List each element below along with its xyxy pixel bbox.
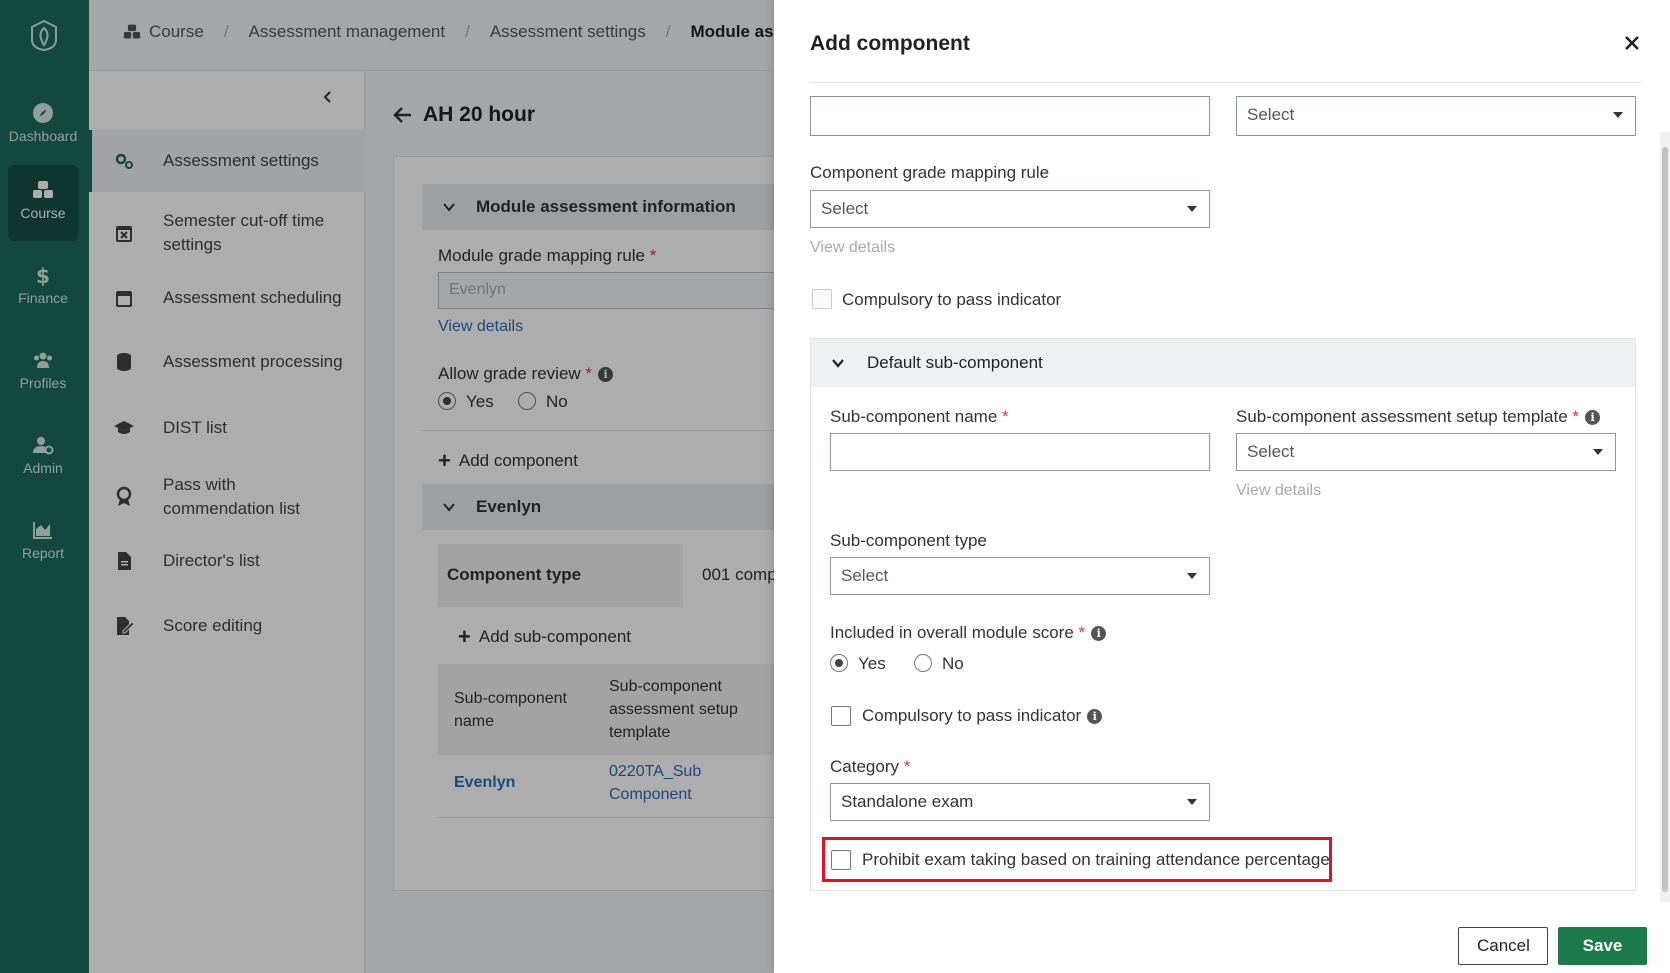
- radio-yes: [830, 654, 848, 672]
- drawer-title: Add component: [810, 32, 970, 55]
- sub-template-select[interactable]: Select: [1236, 433, 1616, 471]
- scrollbar-thumb[interactable]: [1662, 147, 1668, 892]
- caret-down-icon: [1187, 799, 1197, 805]
- divider: [810, 82, 1642, 83]
- category-label: Category *: [830, 757, 911, 776]
- sub-type-select[interactable]: Select: [830, 557, 1210, 595]
- default-sub-component-header[interactable]: Default sub-component: [811, 339, 1635, 387]
- sub-compulsory-checkbox[interactable]: [831, 706, 851, 726]
- grade-mapping-label: Component grade mapping rule: [810, 163, 1050, 182]
- sub-view-details-link[interactable]: View details: [1236, 482, 1321, 500]
- save-button[interactable]: Save: [1558, 927, 1647, 965]
- highlight-annotation: [822, 837, 1332, 882]
- chevron-down-icon: [832, 359, 844, 368]
- sub-compulsory-label: Compulsory to pass indicator i: [862, 706, 1103, 726]
- info-icon: i: [1091, 626, 1107, 641]
- info-icon: i: [1087, 709, 1103, 724]
- caret-down-icon: [1593, 449, 1603, 455]
- included-no-radio[interactable]: No: [914, 654, 964, 674]
- compulsory-checkbox[interactable]: [812, 289, 832, 309]
- view-details-link[interactable]: View details: [810, 239, 895, 257]
- caret-down-icon: [1187, 206, 1197, 212]
- info-icon: i: [1585, 410, 1601, 425]
- compulsory-label: Compulsory to pass indicator: [842, 290, 1062, 309]
- component-template-select[interactable]: Select: [1236, 96, 1636, 136]
- sub-name-input[interactable]: [830, 433, 1210, 471]
- cancel-button[interactable]: Cancel: [1458, 927, 1548, 965]
- included-yes-radio[interactable]: Yes: [830, 654, 886, 674]
- caret-down-icon: [1613, 112, 1623, 118]
- radio-no: [914, 654, 932, 672]
- sub-type-label: Sub-component type: [830, 531, 987, 550]
- category-select[interactable]: Standalone exam: [830, 783, 1210, 821]
- included-label: Included in overall module score * i: [830, 623, 1107, 643]
- sub-template-label: Sub-component assessment setup template …: [1236, 407, 1601, 427]
- caret-down-icon: [1187, 573, 1197, 579]
- add-component-drawer: Add component Select Component grade map…: [774, 0, 1670, 973]
- component-name-input[interactable]: [810, 96, 1210, 136]
- sub-name-label: Sub-component name *: [830, 407, 1009, 426]
- drawer-scrollbar[interactable]: [1660, 132, 1670, 902]
- grade-mapping-select[interactable]: Select: [810, 190, 1210, 228]
- close-icon[interactable]: [1624, 35, 1640, 51]
